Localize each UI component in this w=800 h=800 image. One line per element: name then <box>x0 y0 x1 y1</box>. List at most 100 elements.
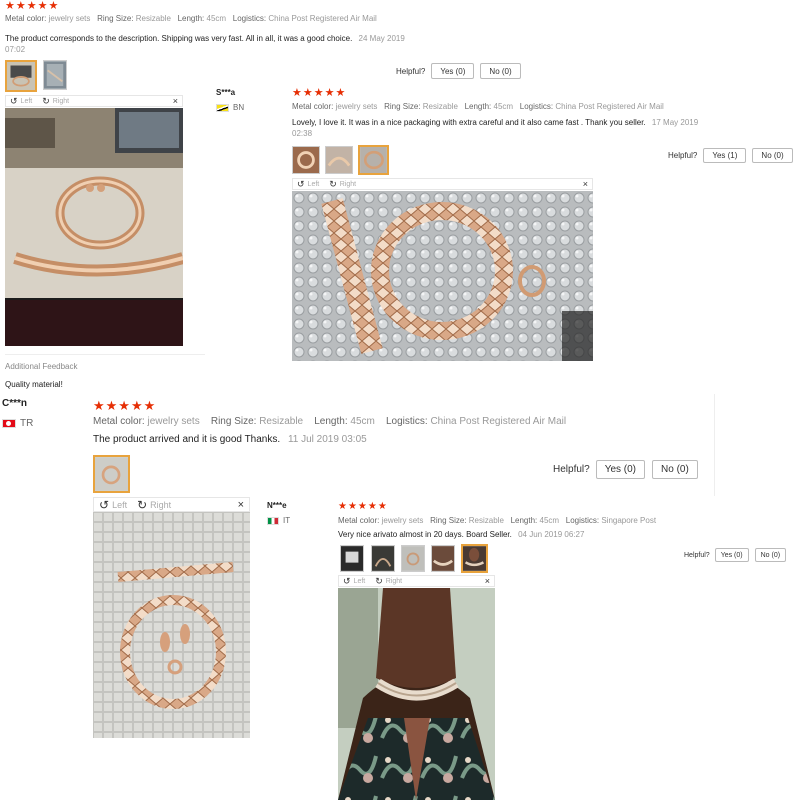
rotate-left-icon: ↺ <box>99 497 110 512</box>
review3-country: TR <box>2 418 33 429</box>
review3-user-name: C***n <box>2 398 28 409</box>
length-label: Length: <box>314 416 348 427</box>
review1-metal-color: jewelry sets <box>48 14 91 23</box>
length-label: Length: <box>464 102 492 111</box>
review3-image-viewer-toolbar: ↺ Left ↻ Right × <box>93 497 250 512</box>
review3-yes-button[interactable]: Yes (0) <box>595 460 646 479</box>
length-label: Length: <box>177 14 205 23</box>
rotate-right-icon: ↻ <box>375 575 383 586</box>
review2-thumbnail-3[interactable] <box>358 145 389 175</box>
review4-attributes: Metal color: jewelry sets Ring Size: Res… <box>338 516 656 525</box>
review3-attributes: Metal color: jewelry sets Ring Size: Res… <box>93 416 566 427</box>
review4-text: Very nice arivato almost in 20 days. Boa… <box>338 530 512 539</box>
rotate-right-button[interactable]: ↻ Right <box>42 96 69 107</box>
close-icon[interactable]: × <box>485 576 490 586</box>
rotate-left-label: Left <box>307 180 320 188</box>
rotate-right-button[interactable]: ↻ Right <box>137 498 171 512</box>
rotate-right-button[interactable]: ↻ Right <box>375 576 402 587</box>
review3-no-button[interactable]: No (0) <box>652 460 698 479</box>
review4-yes-button[interactable]: Yes (0) <box>714 548 749 562</box>
review4-thumbnail-4[interactable] <box>431 545 455 572</box>
review4-helpful: Helpful? Yes (0) No (0) <box>684 548 787 562</box>
review1-time: 07:02 <box>5 45 26 54</box>
close-icon[interactable]: × <box>238 499 244 511</box>
review4-thumbnail-1[interactable] <box>340 545 364 572</box>
review2-country-code: BN <box>233 103 245 112</box>
review3-thumbnail-1[interactable] <box>93 455 130 493</box>
rotate-left-button[interactable]: ↺ Left <box>343 576 365 587</box>
rotate-left-label: Left <box>353 577 366 585</box>
review2-user-name: S***a <box>216 88 236 97</box>
review2-ring-size: Resizable <box>422 102 458 111</box>
review2-thumbnail-1[interactable] <box>292 146 320 174</box>
review4-image-viewer-toolbar: ↺ Left ↻ Right × <box>338 575 495 587</box>
length-label: Length: <box>510 516 538 525</box>
review4-country: IT <box>267 516 290 525</box>
review4-thumbnail-5[interactable] <box>461 544 488 573</box>
review4-thumbnail-3[interactable] <box>401 545 425 572</box>
review2-time: 02:38 <box>292 129 313 138</box>
review1-no-button[interactable]: No (0) <box>480 63 521 79</box>
review3-stars: ★★★★★ <box>93 398 157 413</box>
review2-no-button[interactable]: No (0) <box>752 148 793 163</box>
review3-helpful: Helpful? Yes (0) No (0) <box>553 460 698 479</box>
review2-photo <box>292 191 593 361</box>
close-icon[interactable]: × <box>583 179 588 189</box>
review1-photo <box>5 108 183 346</box>
rotate-right-label: Right <box>52 97 70 105</box>
additional-feedback-text: Quality material! <box>5 380 63 389</box>
flag-bn-icon <box>216 103 229 112</box>
review1-helpful: Helpful? Yes (0) No (0) <box>396 63 521 79</box>
review2-attributes: Metal color: jewelry sets Ring Size: Res… <box>292 102 664 111</box>
helpful-label: Helpful? <box>668 151 698 160</box>
review2-thumbnail-2[interactable] <box>325 146 353 174</box>
review1-attributes: Metal color: jewelry sets Ring Size: Res… <box>5 14 377 23</box>
rotate-right-label: Right <box>385 577 403 585</box>
review1-text: The product corresponds to the descripti… <box>5 34 353 43</box>
rotate-right-button[interactable]: ↻ Right <box>329 179 356 190</box>
flag-tr-icon <box>2 419 16 428</box>
review1-text-block: The product corresponds to the descripti… <box>5 33 455 55</box>
ring-size-label: Ring Size: <box>430 516 467 525</box>
review2-logistics: China Post Registered Air Mail <box>555 102 664 111</box>
review4-text-block: Very nice arivato almost in 20 days. Boa… <box>338 530 584 539</box>
review1-length: 45cm <box>206 14 227 23</box>
review4-country-code: IT <box>283 516 291 525</box>
review1-thumbnail-1[interactable] <box>5 60 37 92</box>
review2-helpful: Helpful? Yes (1) No (0) <box>668 148 793 163</box>
rotate-left-button[interactable]: ↺ Left <box>10 96 32 107</box>
review4-thumbnail-2[interactable] <box>371 545 395 572</box>
review3-divider <box>714 394 715 496</box>
review4-user-name: N***e <box>267 501 287 510</box>
rotate-right-icon: ↻ <box>42 95 50 106</box>
close-icon[interactable]: × <box>173 96 178 106</box>
review2-yes-button[interactable]: Yes (1) <box>703 148 747 163</box>
rotate-right-label: Right <box>150 499 172 510</box>
review3-length: 45cm <box>350 416 375 427</box>
rotate-left-icon: ↺ <box>343 575 351 586</box>
review4-no-button[interactable]: No (0) <box>754 548 787 562</box>
review1-yes-button[interactable]: Yes (0) <box>431 63 475 79</box>
review1-thumbnail-2[interactable] <box>43 60 67 90</box>
review2-text: Lovely, I love it. It was in a nice pack… <box>292 118 646 127</box>
rotate-left-label: Left <box>112 499 128 510</box>
rotate-left-button[interactable]: ↺ Left <box>297 179 319 190</box>
review3-ring-size: Resizable <box>259 416 304 427</box>
rotate-left-icon: ↺ <box>297 178 305 189</box>
rotate-right-label: Right <box>339 180 357 188</box>
review2-text-block: Lovely, I love it. It was in a nice pack… <box>292 117 732 139</box>
metal-color-label: Metal color: <box>338 516 380 525</box>
review2-stars: ★★★★★ <box>292 87 347 99</box>
ring-size-label: Ring Size: <box>210 416 257 427</box>
rotate-left-button[interactable]: ↺ Left <box>99 498 127 512</box>
review3-country-code: TR <box>20 418 34 429</box>
review3-text: The product arrived and it is good Thank… <box>93 434 281 445</box>
ring-size-label: Ring Size: <box>97 14 134 23</box>
logistics-label: Logistics: <box>232 14 267 23</box>
metal-color-label: Metal color: <box>5 14 47 23</box>
metal-color-label: Metal color: <box>292 102 334 111</box>
review1-ring-size: Resizable <box>135 14 171 23</box>
review3-photo <box>93 512 250 738</box>
review2-date: 17 May 2019 <box>651 118 699 127</box>
logistics-label: Logistics: <box>519 102 554 111</box>
